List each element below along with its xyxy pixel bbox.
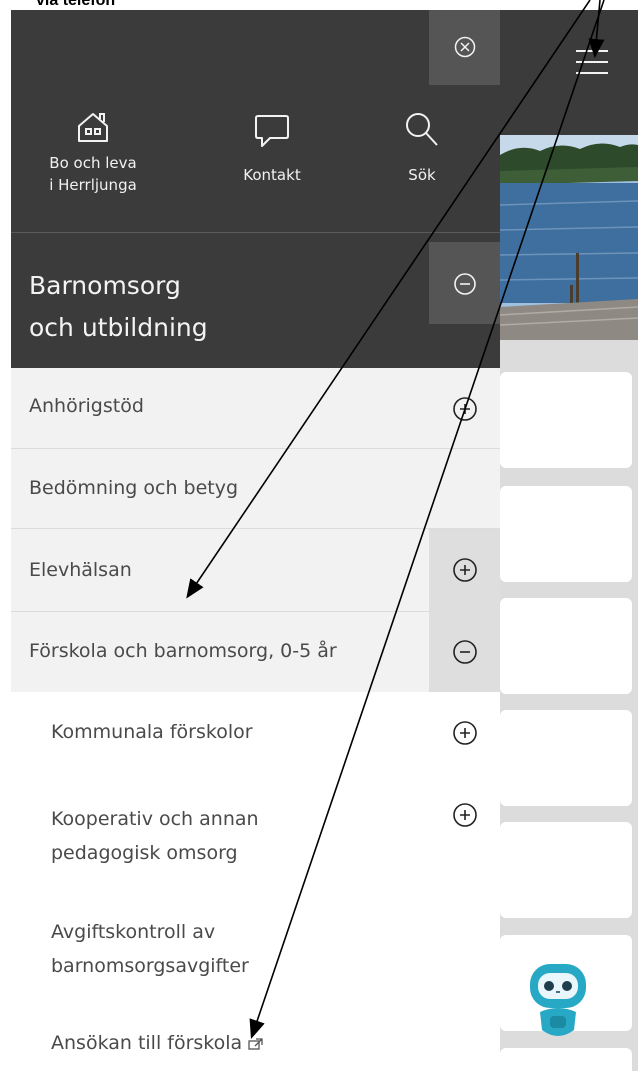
expand-button[interactable] — [429, 529, 500, 611]
menu-item-elevhalsan[interactable]: Elevhälsan — [11, 529, 500, 612]
content-card[interactable] — [500, 1048, 632, 1071]
submenu-item-label: Avgiftskontroll av barnomsorgsavgifter — [51, 915, 249, 983]
close-button[interactable] — [429, 10, 500, 85]
chat-bubble-icon — [255, 115, 289, 147]
divider — [11, 232, 500, 233]
menu-item-label: Anhörigstöd — [29, 395, 144, 417]
content-card[interactable] — [500, 598, 632, 694]
quick-link-kontakt[interactable]: Kontakt — [207, 110, 337, 186]
submenu-item-ansokan[interactable]: Ansökan till förskola — [11, 1014, 500, 1071]
content-card[interactable] — [500, 822, 632, 918]
caption-text: via telefon — [36, 0, 116, 9]
lake-photo — [500, 135, 638, 340]
submenu-item-label: Kommunala förskolor — [51, 721, 253, 743]
submenu-item-kommunala-forskolor[interactable]: Kommunala förskolor — [11, 692, 500, 788]
house-icon — [78, 113, 108, 142]
menu-item-bedomning[interactable]: Bedömning och betyg — [11, 449, 500, 529]
quick-link-label: Kontakt — [243, 166, 301, 184]
search-icon — [406, 113, 438, 146]
plus-circle-icon[interactable] — [452, 802, 478, 828]
label-line: Avgiftskontroll av — [51, 921, 216, 943]
menu-item-forskola[interactable]: Förskola och barnomsorg, 0-5 år — [11, 612, 500, 692]
menu-item-anhorigstod[interactable]: Anhörigstöd — [11, 368, 500, 449]
content-card[interactable] — [500, 372, 632, 468]
screen: Bo och leva i Herrljunga Kontakt Sök Bar… — [0, 0, 638, 1071]
plus-circle-icon — [453, 558, 477, 582]
quick-link-label: Bo och leva — [49, 154, 137, 172]
quick-link-label: i Herrljunga — [49, 176, 137, 194]
plus-circle-icon[interactable] — [452, 720, 478, 746]
section-title-line: Barnomsorg — [29, 271, 181, 300]
menu-item-label: Elevhälsan — [29, 559, 132, 581]
content-card[interactable] — [500, 710, 632, 806]
section-title-line: och utbildning — [29, 313, 208, 342]
submenu-item-label: Ansökan till förskola — [51, 1026, 264, 1060]
plus-circle-icon — [453, 397, 477, 421]
quick-link-bo-och-leva[interactable]: Bo och leva i Herrljunga — [23, 110, 163, 196]
content-card[interactable] — [500, 486, 632, 582]
section-collapse-button[interactable] — [429, 242, 500, 324]
external-link-icon — [248, 1037, 263, 1050]
drawer-header: Bo och leva i Herrljunga Kontakt Sök Bar… — [11, 10, 500, 368]
menu-item-label: Förskola och barnomsorg, 0-5 år — [29, 640, 337, 662]
label-line: pedagogisk omsorg — [51, 842, 238, 864]
submenu-item-label: Kooperativ och annan pedagogisk omsorg — [51, 802, 259, 870]
expand-button[interactable] — [429, 368, 500, 448]
menu-item-label: Bedömning och betyg — [29, 477, 239, 499]
submenu-item-kooperativ[interactable]: Kooperativ och annan pedagogisk omsorg — [11, 788, 500, 901]
quick-link-sok[interactable]: Sök — [387, 110, 457, 186]
submenu-item-avgiftskontroll[interactable]: Avgiftskontroll av barnomsorgsavgifter — [11, 901, 500, 1014]
minus-circle-icon — [453, 640, 477, 664]
close-icon — [454, 36, 476, 58]
collapse-button[interactable] — [429, 612, 500, 692]
page-header — [500, 10, 638, 135]
quick-link-label: Sök — [408, 166, 436, 184]
hamburger-menu-icon[interactable] — [574, 44, 610, 80]
chatbot-icon[interactable] — [520, 946, 596, 1046]
minus-circle-icon — [454, 273, 476, 295]
label-line: barnomsorgsavgifter — [51, 955, 249, 977]
navigation-drawer: Bo och leva i Herrljunga Kontakt Sök Bar… — [11, 10, 500, 1071]
label-line: Kooperativ och annan — [51, 808, 259, 830]
section-title[interactable]: Barnomsorg och utbildning — [29, 265, 409, 349]
label-text: Ansökan till förskola — [51, 1032, 243, 1054]
